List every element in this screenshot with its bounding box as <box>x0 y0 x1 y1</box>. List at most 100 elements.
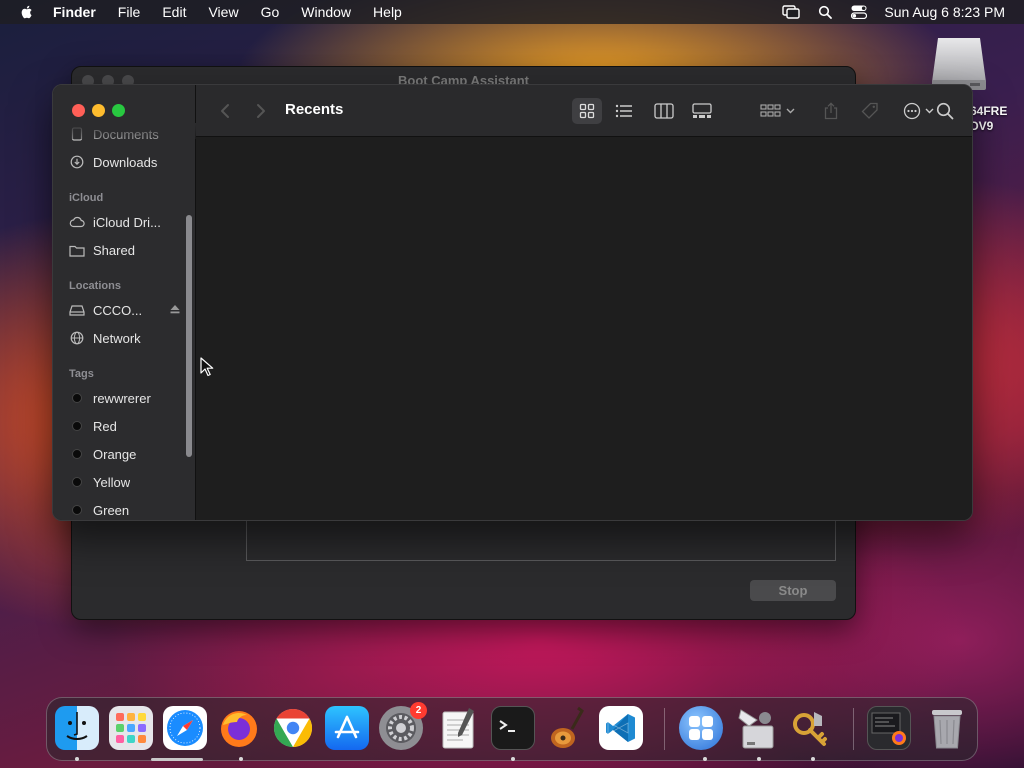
download-icon <box>69 154 85 170</box>
drive-label-line1: 64FRE <box>970 104 1008 118</box>
dock-keychain-icon[interactable] <box>789 706 833 750</box>
sidebar-item-label: Green <box>93 502 130 518</box>
dock-finder-icon[interactable] <box>55 706 99 750</box>
close-button[interactable] <box>72 104 85 117</box>
finder-window: Documents Downloads iCloud iCloud Dri... <box>52 84 973 521</box>
sidebar-scroll-fade <box>53 123 196 139</box>
dock-chrome-icon[interactable] <box>271 706 315 750</box>
screen-mirroring-icon[interactable] <box>782 4 801 20</box>
tag-dot-icon <box>69 418 85 434</box>
menu-help[interactable]: Help <box>373 0 402 24</box>
dock-bootcamp-icon[interactable] <box>679 706 723 750</box>
dock-system-settings-icon[interactable]: 2 <box>379 702 427 750</box>
menu-edit[interactable]: Edit <box>162 0 186 24</box>
sidebar-tag-orange[interactable]: Orange <box>69 443 181 465</box>
column-view-icon[interactable] <box>653 100 675 122</box>
finder-toolbar: Recents <box>196 85 972 137</box>
notification-badge: 2 <box>410 702 427 719</box>
dock-running-indicator <box>757 757 761 761</box>
finder-content-area[interactable] <box>196 137 972 520</box>
dock-running-indicator <box>511 757 515 761</box>
group-by-icon[interactable] <box>758 100 798 122</box>
mouse-pointer-icon <box>200 357 214 377</box>
menubar-clock[interactable]: Sun Aug 6 8:23 PM <box>884 4 1005 20</box>
drive-label-line2: DV9 <box>970 119 994 133</box>
menu-file[interactable]: File <box>118 0 141 24</box>
dock-app-store-icon[interactable] <box>325 706 369 750</box>
sidebar-item-network[interactable]: Network <box>69 327 181 349</box>
control-center-icon[interactable] <box>850 4 868 20</box>
dock-safari-icon[interactable] <box>163 706 207 750</box>
sidebar-tag-green[interactable]: Green <box>69 499 181 520</box>
zoom-button[interactable] <box>112 104 125 117</box>
finder-window-controls <box>72 104 132 117</box>
sidebar-scrollbar[interactable] <box>186 215 192 457</box>
dock-separator <box>664 708 665 750</box>
back-chevron-icon[interactable] <box>214 100 236 122</box>
sidebar-item-label: Yellow <box>93 474 131 490</box>
sidebar-item-label: Downloads <box>93 154 158 170</box>
dock-textedit-icon[interactable] <box>437 706 481 750</box>
dock-running-indicator <box>703 757 707 761</box>
dock-running-indicator <box>75 757 79 761</box>
tag-dot-icon <box>69 446 85 462</box>
sidebar-item-label: Red <box>93 418 117 434</box>
cloud-icon <box>69 214 85 230</box>
dock-disk-utility-icon[interactable] <box>735 706 779 750</box>
sidebar-item-label: iCloud Dri... <box>93 214 161 230</box>
spotlight-search-icon[interactable] <box>816 4 834 20</box>
tag-icon[interactable] <box>859 100 881 122</box>
dock-garageband-icon[interactable] <box>545 706 589 750</box>
sidebar-heading-icloud: iCloud <box>69 192 104 204</box>
sidebar-item-downloads[interactable]: Downloads <box>69 151 181 173</box>
eject-icon[interactable] <box>169 303 181 315</box>
minimize-button[interactable] <box>92 104 105 117</box>
finder-sidebar: Documents Downloads iCloud iCloud Dri... <box>53 85 196 520</box>
list-view-icon[interactable] <box>613 100 635 122</box>
shared-folder-icon <box>69 242 85 258</box>
dock-firefox-icon[interactable] <box>217 706 261 750</box>
tag-dot-icon <box>69 474 85 490</box>
globe-icon <box>69 330 85 346</box>
tag-dot-icon <box>69 502 85 518</box>
sidebar-item-shared[interactable]: Shared <box>69 239 181 261</box>
icon-view-icon[interactable] <box>572 98 602 124</box>
sidebar-item-label: rewwrerer <box>93 390 151 406</box>
stop-button[interactable]: Stop <box>750 580 836 601</box>
drive-label: 64FRE DV9 <box>970 104 1024 134</box>
sidebar-tag-yellow[interactable]: Yellow <box>69 471 181 493</box>
tag-dot-icon <box>69 390 85 406</box>
dock-running-indicator <box>811 757 815 761</box>
window-title: Recents <box>285 101 344 118</box>
sidebar-item-label: Shared <box>93 242 135 258</box>
menu-view[interactable]: View <box>208 0 238 24</box>
sidebar-item-label: Orange <box>93 446 137 462</box>
sidebar-tag-red[interactable]: Red <box>69 415 181 437</box>
menu-go[interactable]: Go <box>261 0 280 24</box>
dock-vscode-icon[interactable] <box>599 706 643 750</box>
apple-menu-icon[interactable] <box>19 4 35 20</box>
hard-drive-icon <box>69 302 85 318</box>
sidebar-item-disk[interactable]: CCCO... <box>69 299 181 321</box>
sidebar-tag-rewwrerer[interactable]: rewwrerer <box>69 387 181 409</box>
sidebar-item-icloud-drive[interactable]: iCloud Dri... <box>69 211 181 233</box>
dock-running-indicator <box>239 757 243 761</box>
sidebar-heading-tags: Tags <box>69 368 94 380</box>
search-icon[interactable] <box>934 100 956 122</box>
sidebar-item-label: CCCO... <box>93 302 143 318</box>
dock-terminal-icon[interactable] <box>491 706 535 750</box>
dock-launchpad-icon[interactable] <box>109 706 153 750</box>
dock-launchpad-indicator <box>151 758 203 761</box>
dock-separator <box>853 708 854 750</box>
sidebar-item-label: Network <box>93 330 141 346</box>
menu-bar: Finder File Edit View Go Window Help Sun… <box>0 0 1024 24</box>
share-icon[interactable] <box>820 100 842 122</box>
dock: 2 <box>46 697 978 761</box>
dock-trash-icon[interactable] <box>925 706 969 750</box>
menu-window[interactable]: Window <box>301 0 351 24</box>
dock-downloads-stack-icon[interactable] <box>867 706 911 750</box>
sidebar-heading-locations: Locations <box>69 280 121 292</box>
menu-app-name[interactable]: Finder <box>53 0 96 24</box>
gallery-view-icon[interactable] <box>691 100 713 122</box>
forward-chevron-icon[interactable] <box>250 100 272 122</box>
